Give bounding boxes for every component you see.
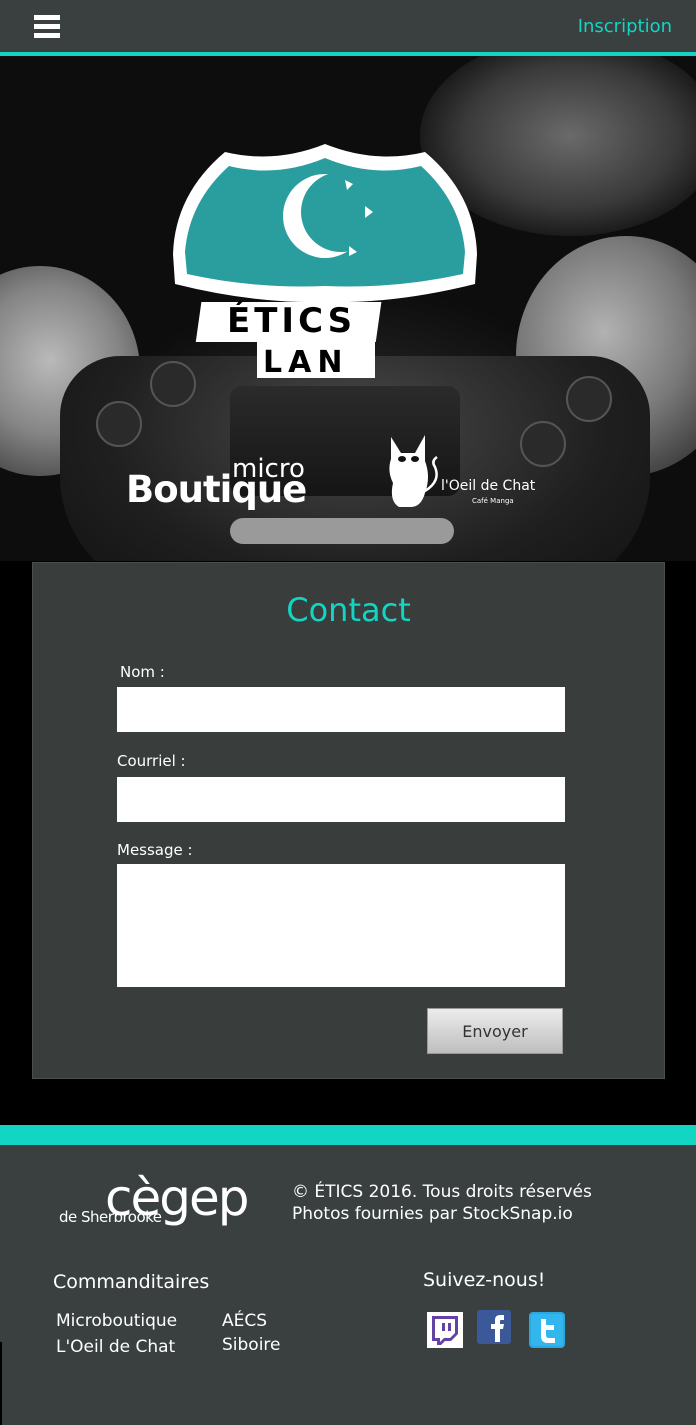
footer: cègep de Sherbrooke © ÉTICS 2016. Tous d… — [0, 1145, 696, 1425]
twitch-icon[interactable] — [427, 1312, 463, 1348]
name-label: Nom : — [120, 663, 165, 681]
copyright-text: © ÉTICS 2016. Tous droits réservés Photo… — [292, 1182, 592, 1224]
send-button[interactable]: Envoyer — [427, 1008, 563, 1054]
name-field[interactable] — [117, 687, 565, 732]
etics-lan-logo: ÉTICS LAN — [173, 144, 477, 380]
footer-accent-line — [0, 1125, 696, 1145]
follow-us-title: Suivez-nous! — [423, 1269, 546, 1291]
logo-text: ÉTICS LAN — [195, 300, 382, 380]
message-textarea[interactable] — [117, 864, 565, 987]
sponsor-link-microboutique[interactable]: Microboutique — [56, 1311, 177, 1331]
svg-text:LAN: LAN — [263, 345, 348, 380]
cat-icon — [389, 435, 438, 507]
sponsor-link-oeil-de-chat[interactable]: L'Oeil de Chat — [56, 1337, 175, 1357]
hamburger-menu-icon[interactable] — [34, 14, 60, 40]
oeil-de-chat-logo: l'Oeil de Chat Café Manga — [385, 431, 535, 515]
contact-form: Contact Nom : Courriel : Message : Envoy… — [32, 562, 665, 1079]
twitter-icon[interactable] — [529, 1312, 565, 1348]
svg-text:ÉTICS: ÉTICS — [227, 300, 356, 341]
signup-link[interactable]: Inscription — [578, 16, 672, 37]
hero-banner: ÉTICS LAN micro Boutique l'Oeil de Chat … — [0, 56, 696, 561]
email-label: Courriel : — [117, 752, 186, 770]
message-label: Message : — [117, 841, 193, 859]
contact-title: Contact — [286, 591, 411, 629]
top-navbar: Inscription — [0, 0, 696, 52]
sponsor-link-aecs[interactable]: AÉCS — [222, 1311, 267, 1331]
sponsor-link-siboire[interactable]: Siboire — [222, 1335, 281, 1355]
email-field[interactable] — [117, 777, 565, 822]
sponsors-title: Commanditaires — [53, 1271, 210, 1293]
facebook-icon[interactable] — [477, 1310, 511, 1344]
